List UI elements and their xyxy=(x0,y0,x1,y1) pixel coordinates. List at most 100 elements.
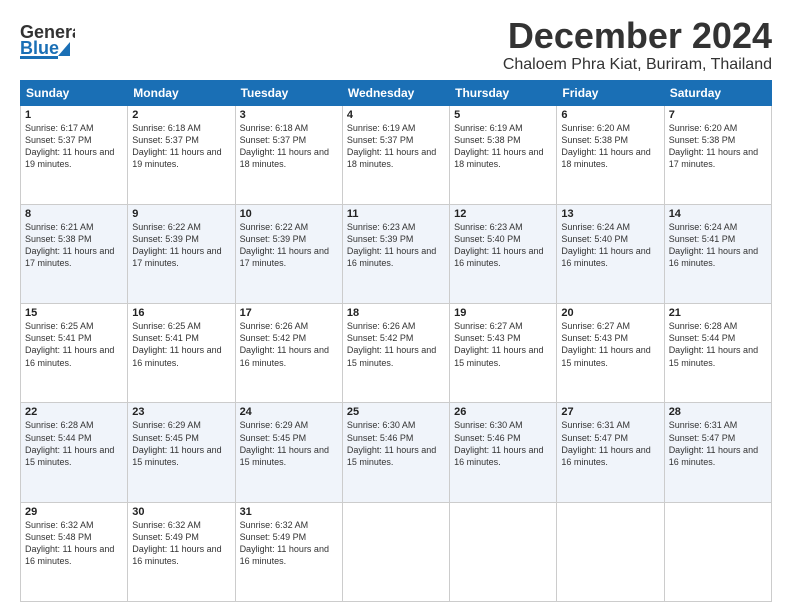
day-info: Sunrise: 6:30 AMSunset: 5:46 PMDaylight:… xyxy=(347,419,445,468)
table-cell: 1Sunrise: 6:17 AMSunset: 5:37 PMDaylight… xyxy=(21,105,128,204)
day-info: Sunrise: 6:32 AMSunset: 5:48 PMDaylight:… xyxy=(25,519,123,568)
calendar-table: Sunday Monday Tuesday Wednesday Thursday… xyxy=(20,80,772,602)
calendar-header-row: Sunday Monday Tuesday Wednesday Thursday… xyxy=(21,80,772,105)
table-cell: 12Sunrise: 6:23 AMSunset: 5:40 PMDayligh… xyxy=(450,204,557,303)
day-number: 21 xyxy=(669,307,767,319)
day-number: 20 xyxy=(561,307,659,319)
day-info: Sunrise: 6:28 AMSunset: 5:44 PMDaylight:… xyxy=(669,320,767,369)
day-number: 28 xyxy=(669,406,767,418)
table-cell: 31Sunrise: 6:32 AMSunset: 5:49 PMDayligh… xyxy=(235,502,342,601)
day-number: 9 xyxy=(132,208,230,220)
table-cell: 17Sunrise: 6:26 AMSunset: 5:42 PMDayligh… xyxy=(235,304,342,403)
table-cell: 3Sunrise: 6:18 AMSunset: 5:37 PMDaylight… xyxy=(235,105,342,204)
day-info: Sunrise: 6:31 AMSunset: 5:47 PMDaylight:… xyxy=(669,419,767,468)
title-block: December 2024 Chaloem Phra Kiat, Buriram… xyxy=(503,16,772,74)
col-monday: Monday xyxy=(128,80,235,105)
table-cell: 10Sunrise: 6:22 AMSunset: 5:39 PMDayligh… xyxy=(235,204,342,303)
calendar-week-row: 29Sunrise: 6:32 AMSunset: 5:48 PMDayligh… xyxy=(21,502,772,601)
day-info: Sunrise: 6:27 AMSunset: 5:43 PMDaylight:… xyxy=(454,320,552,369)
table-cell: 7Sunrise: 6:20 AMSunset: 5:38 PMDaylight… xyxy=(664,105,771,204)
logo-icon: General Blue xyxy=(20,16,75,64)
day-info: Sunrise: 6:29 AMSunset: 5:45 PMDaylight:… xyxy=(240,419,338,468)
col-thursday: Thursday xyxy=(450,80,557,105)
day-info: Sunrise: 6:25 AMSunset: 5:41 PMDaylight:… xyxy=(25,320,123,369)
col-friday: Friday xyxy=(557,80,664,105)
day-info: Sunrise: 6:31 AMSunset: 5:47 PMDaylight:… xyxy=(561,419,659,468)
location-title: Chaloem Phra Kiat, Buriram, Thailand xyxy=(503,56,772,74)
day-number: 3 xyxy=(240,109,338,121)
day-number: 17 xyxy=(240,307,338,319)
day-number: 10 xyxy=(240,208,338,220)
table-cell: 14Sunrise: 6:24 AMSunset: 5:41 PMDayligh… xyxy=(664,204,771,303)
table-cell xyxy=(342,502,449,601)
table-cell: 8Sunrise: 6:21 AMSunset: 5:38 PMDaylight… xyxy=(21,204,128,303)
day-number: 25 xyxy=(347,406,445,418)
table-cell: 15Sunrise: 6:25 AMSunset: 5:41 PMDayligh… xyxy=(21,304,128,403)
table-cell: 16Sunrise: 6:25 AMSunset: 5:41 PMDayligh… xyxy=(128,304,235,403)
day-info: Sunrise: 6:23 AMSunset: 5:40 PMDaylight:… xyxy=(454,221,552,270)
table-cell: 22Sunrise: 6:28 AMSunset: 5:44 PMDayligh… xyxy=(21,403,128,502)
day-info: Sunrise: 6:26 AMSunset: 5:42 PMDaylight:… xyxy=(347,320,445,369)
logo: General Blue xyxy=(20,16,75,64)
table-cell: 5Sunrise: 6:19 AMSunset: 5:38 PMDaylight… xyxy=(450,105,557,204)
calendar-week-row: 22Sunrise: 6:28 AMSunset: 5:44 PMDayligh… xyxy=(21,403,772,502)
day-number: 2 xyxy=(132,109,230,121)
day-info: Sunrise: 6:17 AMSunset: 5:37 PMDaylight:… xyxy=(25,122,123,171)
day-number: 4 xyxy=(347,109,445,121)
day-info: Sunrise: 6:19 AMSunset: 5:38 PMDaylight:… xyxy=(454,122,552,171)
day-number: 6 xyxy=(561,109,659,121)
table-cell: 24Sunrise: 6:29 AMSunset: 5:45 PMDayligh… xyxy=(235,403,342,502)
day-info: Sunrise: 6:18 AMSunset: 5:37 PMDaylight:… xyxy=(132,122,230,171)
day-number: 22 xyxy=(25,406,123,418)
day-info: Sunrise: 6:29 AMSunset: 5:45 PMDaylight:… xyxy=(132,419,230,468)
header: General Blue December 2024 Chaloem Phra … xyxy=(20,16,772,74)
table-cell: 13Sunrise: 6:24 AMSunset: 5:40 PMDayligh… xyxy=(557,204,664,303)
table-cell: 6Sunrise: 6:20 AMSunset: 5:38 PMDaylight… xyxy=(557,105,664,204)
day-info: Sunrise: 6:30 AMSunset: 5:46 PMDaylight:… xyxy=(454,419,552,468)
day-number: 31 xyxy=(240,506,338,518)
table-cell xyxy=(450,502,557,601)
day-number: 8 xyxy=(25,208,123,220)
day-number: 16 xyxy=(132,307,230,319)
table-cell xyxy=(664,502,771,601)
day-info: Sunrise: 6:26 AMSunset: 5:42 PMDaylight:… xyxy=(240,320,338,369)
month-title: December 2024 xyxy=(503,16,772,56)
table-cell: 29Sunrise: 6:32 AMSunset: 5:48 PMDayligh… xyxy=(21,502,128,601)
page: General Blue December 2024 Chaloem Phra … xyxy=(0,0,792,612)
day-number: 15 xyxy=(25,307,123,319)
day-info: Sunrise: 6:27 AMSunset: 5:43 PMDaylight:… xyxy=(561,320,659,369)
day-number: 11 xyxy=(347,208,445,220)
table-cell: 28Sunrise: 6:31 AMSunset: 5:47 PMDayligh… xyxy=(664,403,771,502)
table-cell: 21Sunrise: 6:28 AMSunset: 5:44 PMDayligh… xyxy=(664,304,771,403)
day-number: 13 xyxy=(561,208,659,220)
day-number: 26 xyxy=(454,406,552,418)
day-number: 18 xyxy=(347,307,445,319)
col-tuesday: Tuesday xyxy=(235,80,342,105)
day-number: 19 xyxy=(454,307,552,319)
day-number: 29 xyxy=(25,506,123,518)
table-cell: 25Sunrise: 6:30 AMSunset: 5:46 PMDayligh… xyxy=(342,403,449,502)
day-number: 1 xyxy=(25,109,123,121)
day-info: Sunrise: 6:24 AMSunset: 5:40 PMDaylight:… xyxy=(561,221,659,270)
day-info: Sunrise: 6:32 AMSunset: 5:49 PMDaylight:… xyxy=(132,519,230,568)
table-cell: 11Sunrise: 6:23 AMSunset: 5:39 PMDayligh… xyxy=(342,204,449,303)
day-info: Sunrise: 6:20 AMSunset: 5:38 PMDaylight:… xyxy=(561,122,659,171)
day-number: 5 xyxy=(454,109,552,121)
svg-text:Blue: Blue xyxy=(20,38,59,58)
day-info: Sunrise: 6:32 AMSunset: 5:49 PMDaylight:… xyxy=(240,519,338,568)
day-number: 30 xyxy=(132,506,230,518)
day-number: 23 xyxy=(132,406,230,418)
day-info: Sunrise: 6:28 AMSunset: 5:44 PMDaylight:… xyxy=(25,419,123,468)
table-cell xyxy=(557,502,664,601)
day-number: 27 xyxy=(561,406,659,418)
table-cell: 9Sunrise: 6:22 AMSunset: 5:39 PMDaylight… xyxy=(128,204,235,303)
day-info: Sunrise: 6:18 AMSunset: 5:37 PMDaylight:… xyxy=(240,122,338,171)
day-number: 12 xyxy=(454,208,552,220)
day-info: Sunrise: 6:25 AMSunset: 5:41 PMDaylight:… xyxy=(132,320,230,369)
col-saturday: Saturday xyxy=(664,80,771,105)
day-number: 7 xyxy=(669,109,767,121)
table-cell: 20Sunrise: 6:27 AMSunset: 5:43 PMDayligh… xyxy=(557,304,664,403)
col-sunday: Sunday xyxy=(21,80,128,105)
table-cell: 18Sunrise: 6:26 AMSunset: 5:42 PMDayligh… xyxy=(342,304,449,403)
col-wednesday: Wednesday xyxy=(342,80,449,105)
